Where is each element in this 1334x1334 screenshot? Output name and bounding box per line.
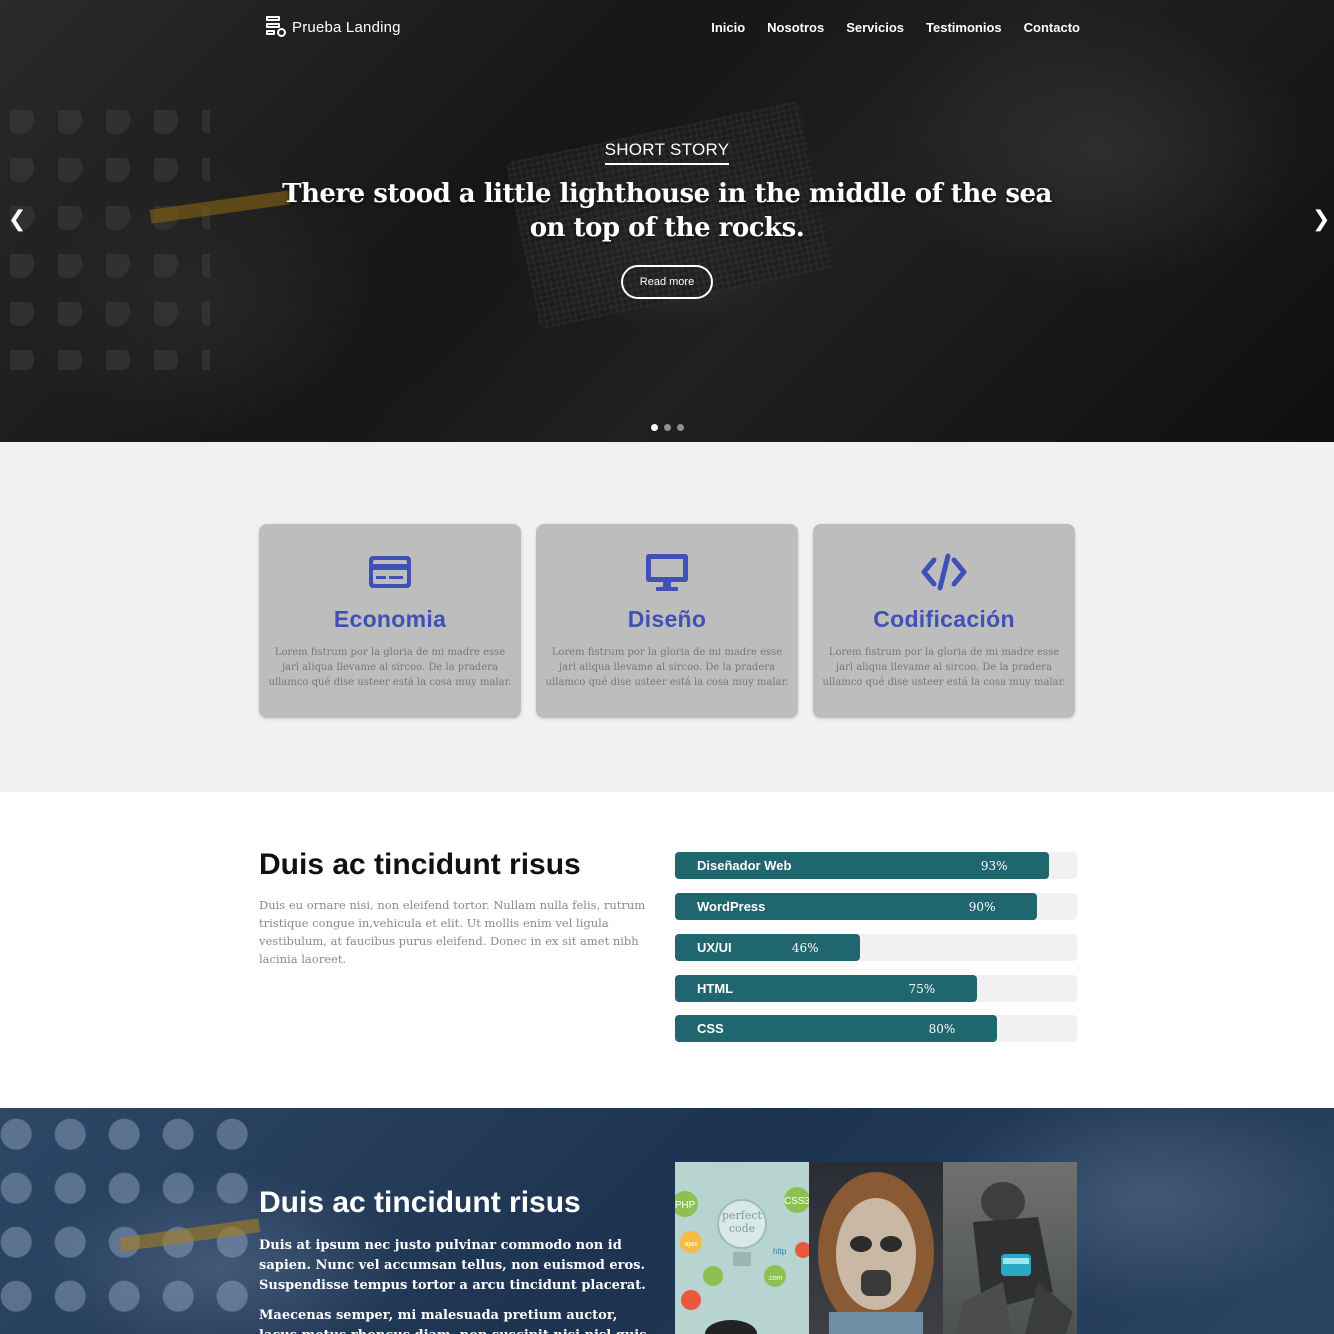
hero-carousel: Prueba Landing Inicio Nosotros Servicios… [0, 0, 1334, 442]
skill-percent: 46% [791, 941, 819, 955]
skill-percent: 75% [908, 982, 936, 996]
nav-item-testimonios[interactable]: Testimonios [926, 20, 1002, 35]
nav-item-inicio[interactable]: Inicio [711, 20, 745, 35]
skills-section: Duis ac tincidunt risus Duis eu ornare n… [0, 792, 1334, 1108]
skill-label: Diseñador Web [697, 858, 792, 873]
skill-bar-css: CSS 80% [675, 1015, 1077, 1042]
skill-label: CSS [697, 1021, 724, 1036]
hero-kicker: SHORT STORY [604, 140, 730, 165]
feature-card-codificacion: Codificación Lorem fistrum por la gloria… [813, 524, 1075, 718]
carousel-dot-2[interactable] [664, 424, 671, 431]
thumb-text-css3: CSS3 [784, 1196, 809, 1207]
skill-bar-wordpress: WordPress 90% [675, 893, 1077, 920]
skill-bar-html: HTML 75% [675, 975, 1077, 1002]
nav-item-contacto[interactable]: Contacto [1024, 20, 1080, 35]
portfolio-thumb-perfect-code[interactable]: PHP CSS3 perfect code http .com ajax [675, 1162, 809, 1334]
skill-bar-uxui: UX/UI 46% [675, 934, 1077, 961]
nav-item-servicios[interactable]: Servicios [846, 20, 904, 35]
portfolio-thumb-armored-figure[interactable] [943, 1162, 1077, 1334]
feature-text: Lorem fistrum por la gloria de mi madre … [822, 647, 1066, 688]
thumb-text-ajax: ajax [685, 1241, 698, 1248]
nav-item-nosotros[interactable]: Nosotros [767, 20, 824, 35]
nav-menu: Inicio Nosotros Servicios Testimonios Co… [711, 20, 1080, 35]
thumb-text-com: .com [767, 1275, 782, 1282]
portfolio-text-2: Maecenas semper, mi malesuada pretium au… [259, 1308, 647, 1334]
skill-percent: 80% [928, 1022, 956, 1036]
portfolio-thumb-masked-figure[interactable] [809, 1162, 943, 1334]
skill-percent: 90% [968, 900, 996, 914]
skill-bar-disenador-web: Diseñador Web 93% [675, 852, 1077, 879]
skill-percent: 93% [980, 859, 1008, 873]
portfolio-title: Duis ac tincidunt risus [259, 1186, 581, 1219]
feature-card-diseno: Diseño Lorem fistrum por la gloria de mi… [536, 524, 798, 718]
hero-caption: SHORT STORY There stood a little lightho… [0, 140, 1334, 299]
carousel-indicators [651, 424, 684, 431]
feature-title: Economia [333, 606, 447, 632]
feature-title: Codificación [873, 606, 1015, 632]
read-more-button[interactable]: Read more [621, 265, 713, 299]
portfolio-text-1: Duis at ipsum nec justo pulvinar commodo… [259, 1238, 646, 1293]
feature-title: Diseño [627, 606, 707, 632]
feature-card-economia: Economia Lorem fistrum por la gloria de … [259, 524, 521, 718]
thumb-text-php: PHP [675, 1200, 696, 1211]
carousel-dot-3[interactable] [677, 424, 684, 431]
brand[interactable]: Prueba Landing [266, 16, 401, 38]
carousel-next-icon[interactable]: ❯ [1312, 207, 1330, 232]
feature-text: Lorem fistrum por la gloria de mi madre … [545, 647, 789, 688]
skills-title: Duis ac tincidunt risus [259, 848, 581, 881]
thumb-text-code: code [729, 1222, 755, 1235]
skill-label: HTML [697, 981, 734, 996]
skill-label: UX/UI [697, 940, 732, 955]
skill-label: WordPress [697, 899, 766, 914]
credit-card-icon [367, 552, 413, 592]
thumb-text-perfect: perfect [722, 1209, 763, 1222]
carousel-dot-1[interactable] [651, 424, 658, 431]
monitor-icon [644, 552, 690, 592]
top-navbar: Prueba Landing Inicio Nosotros Servicios… [0, 0, 1334, 56]
skills-description: Duis eu ornare nisi, non eleifend tortor… [259, 898, 646, 966]
server-icon [266, 16, 286, 38]
hero-headline: There stood a little lighthouse in the m… [282, 179, 1052, 243]
carousel-prev-icon[interactable]: ❮ [8, 207, 26, 232]
features-section: Economia Lorem fistrum por la gloria de … [0, 442, 1334, 792]
code-icon [921, 552, 967, 592]
thumb-text-http: http [773, 1247, 787, 1256]
brand-name: Prueba Landing [292, 18, 401, 36]
portfolio-section: Duis ac tincidunt risus Duis at ipsum ne… [0, 1108, 1334, 1334]
feature-text: Lorem fistrum por la gloria de mi madre … [268, 647, 512, 688]
